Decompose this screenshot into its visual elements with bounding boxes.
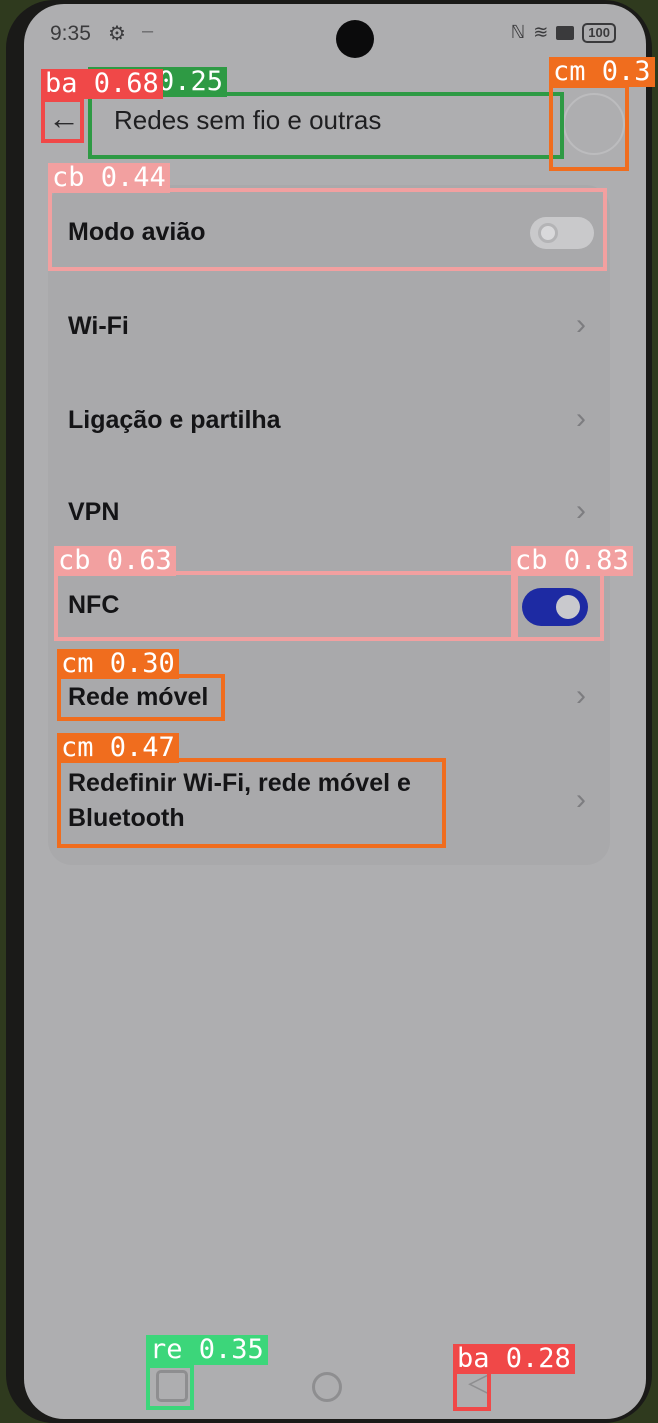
detection-label-recents: re 0.35 [146, 1335, 268, 1365]
detection-box-nfc-row [54, 571, 518, 641]
wifi-row[interactable]: Wi-Fi [68, 312, 129, 341]
wifi-icon: ≋ [533, 22, 549, 42]
sim-icon [556, 25, 575, 40]
status-icons: ℕ ≋ 100 [511, 22, 616, 43]
chevron-right-icon: › [576, 308, 586, 341]
detection-box-nav-back [453, 1369, 491, 1411]
detection-label-nfc-row: cb 0.63 [54, 546, 176, 576]
chevron-right-icon: › [576, 679, 586, 712]
detection-label-airplane: cb 0.44 [48, 163, 170, 193]
chevron-right-icon: › [576, 402, 586, 435]
detection-box-title [88, 92, 564, 159]
nfc-status-icon: ℕ [510, 22, 526, 42]
tethering-row[interactable]: Ligação e partilha [68, 406, 281, 435]
home-button[interactable] [312, 1372, 342, 1402]
detection-box-reset [57, 758, 446, 848]
detection-box-mobile [57, 674, 225, 721]
detection-box-airplane [48, 188, 607, 271]
detection-label-nav-back: ba 0.28 [453, 1344, 575, 1374]
detection-label-circle: cm 0.3 [549, 57, 655, 87]
detection-label-back: ba 0.68 [41, 69, 163, 99]
detection-box-nfc-toggle [511, 571, 604, 641]
chevron-right-icon: › [576, 494, 586, 527]
detection-box-recents [146, 1364, 194, 1410]
detection-box-circle [549, 84, 629, 171]
status-time: 9:35 [50, 22, 91, 45]
chevron-right-icon: › [576, 783, 586, 816]
battery-icon: 100 [582, 22, 616, 43]
detection-box-back [41, 98, 84, 143]
settings-status-icon: ⚙ [108, 23, 126, 45]
detection-label-reset: cm 0.47 [57, 733, 179, 763]
vpn-row[interactable]: VPN [68, 498, 119, 527]
front-camera [336, 20, 374, 58]
detection-label-mobile: cm 0.30 [57, 649, 179, 679]
detection-label-nfc-toggle: cb 0.83 [511, 546, 633, 576]
status-dash: – [142, 20, 154, 42]
